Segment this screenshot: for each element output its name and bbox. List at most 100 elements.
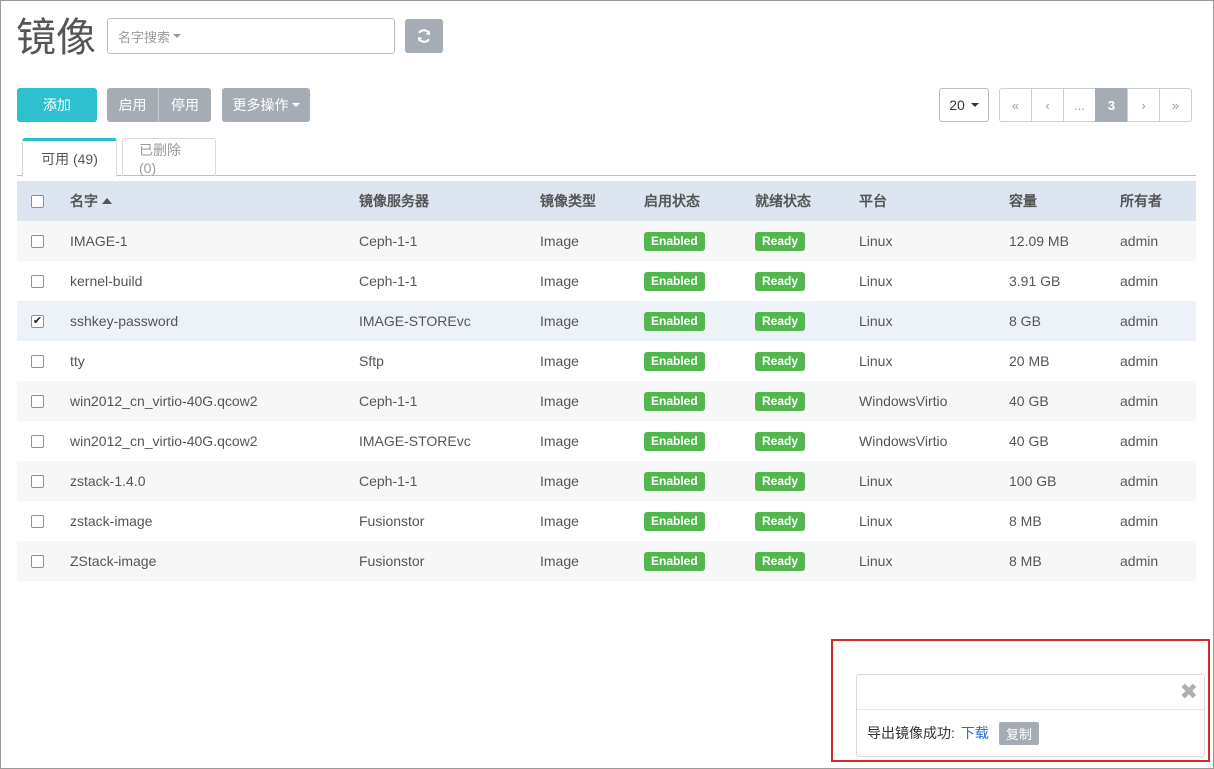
- cell-server-container: Fusionstor: [359, 541, 424, 581]
- column-header-status[interactable]: 就绪状态: [755, 181, 811, 221]
- cell-server-container: Ceph-1-1: [359, 221, 417, 261]
- cell-status-container: Ready: [755, 381, 806, 421]
- cell-name[interactable]: IMAGE-1: [70, 233, 128, 249]
- cell-type-container: Image: [540, 461, 579, 501]
- row-checkbox[interactable]: ✔: [31, 314, 44, 328]
- row-checkbox[interactable]: [31, 514, 44, 528]
- cell-owner: admin: [1120, 553, 1159, 569]
- cell-owner: admin: [1120, 433, 1159, 449]
- column-header-platform[interactable]: 平台: [859, 181, 887, 221]
- select-all-checkbox[interactable]: [31, 194, 44, 208]
- row-checkbox[interactable]: [31, 354, 44, 368]
- close-icon[interactable]: ✖: [1180, 679, 1198, 705]
- table-row[interactable]: ✔ sshkey-password IMAGE-STOREvc Image Enable…: [17, 301, 1196, 341]
- cell-owner-container: admin: [1120, 261, 1158, 301]
- column-header-size[interactable]: 容量: [1009, 181, 1037, 221]
- cell-server: Fusionstor: [359, 513, 425, 529]
- download-link[interactable]: 下载: [961, 723, 989, 743]
- cell-server: IMAGE-STOREvc: [359, 433, 471, 449]
- cell-type: Image: [540, 353, 579, 369]
- column-header-owner[interactable]: 所有者: [1120, 181, 1162, 221]
- cell-size: 100 GB: [1009, 473, 1057, 489]
- page-size-select[interactable]: 20: [939, 88, 989, 122]
- cell-type-container: Image: [540, 301, 579, 341]
- cell-name[interactable]: win2012_cn_virtio-40G.qcow2: [70, 433, 258, 449]
- row-checkbox[interactable]: [31, 234, 44, 248]
- page-prev-button[interactable]: ‹: [1031, 88, 1064, 122]
- cell-platform: WindowsVirtio: [859, 433, 948, 449]
- table-row[interactable]: zstack-image Fusionstor Image Enabled Ready L…: [17, 501, 1196, 541]
- cell-name-container: zstack-image: [70, 501, 152, 541]
- column-header-type[interactable]: 镜像类型: [540, 181, 596, 221]
- page-next-button[interactable]: ›: [1127, 88, 1160, 122]
- cell-name-container: win2012_cn_virtio-40G.qcow2: [70, 381, 258, 421]
- enable-button[interactable]: 启用: [107, 88, 159, 122]
- more-actions-button[interactable]: 更多操作: [222, 88, 310, 122]
- cell-name-container: ZStack-image: [70, 541, 156, 581]
- cell-server: Ceph-1-1: [359, 273, 418, 289]
- column-header-state[interactable]: 启用状态: [644, 181, 700, 221]
- add-button[interactable]: 添加: [17, 88, 97, 122]
- ready-badge: Ready: [755, 511, 806, 531]
- table-row[interactable]: zstack-1.4.0 Ceph-1-1 Image Enabled Ready Lin…: [17, 461, 1196, 501]
- enabled-badge: Enabled: [644, 231, 705, 251]
- ready-badge: Ready: [755, 431, 806, 451]
- refresh-button[interactable]: [405, 19, 443, 53]
- page-first-button[interactable]: «: [999, 88, 1032, 122]
- ready-badge: Ready: [755, 471, 806, 491]
- disable-button[interactable]: 停用: [159, 88, 211, 122]
- cell-size: 8 MB: [1009, 553, 1042, 569]
- enabled-badge: Enabled: [644, 271, 705, 291]
- column-header-name[interactable]: 名字: [70, 181, 112, 221]
- cell-size-container: 8 GB: [1009, 301, 1041, 341]
- row-checkbox[interactable]: [31, 274, 44, 288]
- search-input[interactable]: 名字搜索: [107, 18, 395, 54]
- cell-owner-container: admin: [1120, 341, 1158, 381]
- row-checkbox[interactable]: [31, 474, 44, 488]
- cell-name[interactable]: win2012_cn_virtio-40G.qcow2: [70, 393, 258, 409]
- copy-button[interactable]: 复制: [998, 721, 1039, 745]
- table-row[interactable]: tty Sftp Image Enabled Ready Linux 20 MB admin: [17, 341, 1196, 381]
- page-current[interactable]: 3: [1095, 88, 1128, 122]
- table-row[interactable]: IMAGE-1 Ceph-1-1 Image Enabled Ready Linux 12.…: [17, 221, 1196, 261]
- table-row[interactable]: kernel-build Ceph-1-1 Image Enabled Ready Lin…: [17, 261, 1196, 301]
- cell-size-container: 20 MB: [1009, 341, 1049, 381]
- image-table: 名字 镜像服务器 镜像类型 启用状态 就绪状态 平台 容量 所有者 IMAGE-…: [17, 181, 1196, 581]
- cell-state-container: Enabled: [644, 301, 705, 341]
- cell-name[interactable]: zstack-1.4.0: [70, 473, 145, 489]
- cell-type-container: Image: [540, 261, 579, 301]
- table-row[interactable]: win2012_cn_virtio-40G.qcow2 Ceph-1-1 Image…: [17, 381, 1196, 421]
- tab-deleted[interactable]: 已删除 (0): [122, 138, 216, 176]
- cell-status-container: Ready: [755, 501, 806, 541]
- cell-type: Image: [540, 313, 579, 329]
- cell-size-container: 8 MB: [1009, 501, 1042, 541]
- cell-name[interactable]: kernel-build: [70, 273, 142, 289]
- cell-type: Image: [540, 473, 579, 489]
- cell-name-container: win2012_cn_virtio-40G.qcow2: [70, 421, 258, 461]
- cell-owner-container: admin: [1120, 381, 1158, 421]
- enabled-badge: Enabled: [644, 351, 705, 371]
- tab-available[interactable]: 可用 (49): [22, 138, 117, 177]
- column-header-server[interactable]: 镜像服务器: [359, 181, 429, 221]
- cell-name[interactable]: sshkey-password: [70, 313, 178, 329]
- cell-type: Image: [540, 273, 579, 289]
- cell-platform-container: Linux: [859, 221, 892, 261]
- cell-size-container: 12.09 MB: [1009, 221, 1069, 261]
- table-row[interactable]: win2012_cn_virtio-40G.qcow2 IMAGE-STOREvc…: [17, 421, 1196, 461]
- cell-size: 3.91 GB: [1009, 273, 1061, 289]
- cell-owner-container: admin: [1120, 541, 1158, 581]
- cell-server-container: Sftp: [359, 341, 384, 381]
- cell-name[interactable]: ZStack-image: [70, 553, 156, 569]
- cell-owner: admin: [1120, 513, 1159, 529]
- row-checkbox[interactable]: [31, 554, 44, 568]
- cell-name[interactable]: zstack-image: [70, 513, 152, 529]
- row-checkbox[interactable]: [31, 394, 44, 408]
- page-ellipsis[interactable]: ...: [1063, 88, 1096, 122]
- cell-size: 20 MB: [1009, 353, 1050, 369]
- cell-type: Image: [540, 513, 579, 529]
- cell-name[interactable]: tty: [70, 353, 85, 369]
- table-row[interactable]: ZStack-image Fusionstor Image Enabled Ready L…: [17, 541, 1196, 581]
- ready-badge: Ready: [755, 391, 806, 411]
- row-checkbox[interactable]: [31, 434, 44, 448]
- page-last-button[interactable]: »: [1159, 88, 1192, 122]
